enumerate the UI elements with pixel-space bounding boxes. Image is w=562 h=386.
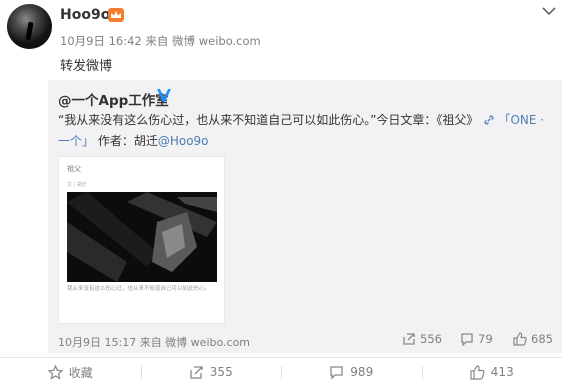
article-link[interactable]: 「ONE · (498, 113, 544, 127)
author-label: 作者：胡迁 (94, 134, 158, 148)
quoted-author[interactable]: @一个App工作室 (58, 89, 169, 109)
like-button[interactable]: 413 (422, 358, 562, 386)
vip-crown-icon[interactable] (108, 8, 124, 22)
article-link-cont[interactable]: 一个」 (58, 134, 94, 148)
repost-icon (189, 365, 204, 380)
chevron-down-icon[interactable] (542, 6, 556, 16)
quoted-time: 10月9日 15:17 来自 微博 weibo.com (58, 334, 250, 350)
like-icon (513, 332, 527, 346)
card-subtitle: 文 / 胡迁 (67, 181, 87, 188)
quoted-like-count: 685 (531, 332, 553, 346)
star-icon (48, 365, 63, 380)
post-username[interactable]: Hoo9o (60, 7, 110, 23)
action-bar: 收藏 355 989 413 (0, 357, 562, 386)
user-avatar[interactable] (7, 4, 52, 49)
quoted-repost-count: 556 (420, 332, 442, 346)
card-photo (67, 192, 217, 282)
quoted-comment-stat[interactable]: 79 (460, 332, 493, 346)
quoted-post[interactable]: @一个App工作室 “我从来没有这么伤心过，也从来不知道自己可以如此伤心。”今日… (48, 80, 562, 353)
post-text: 转发微博 (60, 55, 112, 74)
comment-icon (329, 365, 344, 380)
favorite-label: 收藏 (69, 364, 93, 381)
quoted-text-line2: 一个」 作者：胡迁@Hoo9o (58, 132, 209, 149)
quoted-like-stat[interactable]: 685 (513, 332, 553, 346)
comment-count: 989 (350, 365, 373, 379)
verified-v-icon (156, 88, 172, 103)
like-icon (470, 365, 485, 380)
repost-button[interactable]: 355 (141, 358, 282, 386)
like-count: 413 (491, 365, 514, 379)
card-title: 祖父 (67, 164, 81, 174)
repost-icon (402, 332, 416, 346)
card-caption: 我从来没有这么伤心过，也从来不知道自己可以如此伤心。 (67, 285, 217, 294)
link-icon (483, 114, 495, 126)
comment-icon (460, 332, 474, 346)
favorite-button[interactable]: 收藏 (0, 358, 141, 386)
post-meta: 10月9日 16:42 来自 微博 weibo.com (60, 33, 261, 49)
quoted-text: “我从来没有这么伤心过，也从来不知道自己可以如此伤心。”今日文章：《祖父》 (58, 113, 478, 127)
quoted-text-line1: “我从来没有这么伤心过，也从来不知道自己可以如此伤心。”今日文章：《祖父》 「O… (58, 111, 544, 128)
comment-button[interactable]: 989 (281, 358, 422, 386)
article-card[interactable]: 祖父 文 / 胡迁 我从来没有这么伤心过，也从来不知道自己可以如此伤心。 (58, 156, 225, 324)
quoted-repost-stat[interactable]: 556 (402, 332, 442, 346)
quoted-comment-count: 79 (478, 332, 493, 346)
author-mention[interactable]: @Hoo9o (158, 134, 209, 148)
repost-count: 355 (210, 365, 233, 379)
